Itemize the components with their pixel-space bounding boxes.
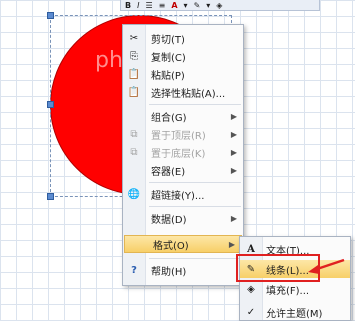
dropdown-icon[interactable]: ▾	[184, 1, 188, 10]
mini-toolbar: B I ☰ ≡ A ▾ ✎ ▾ ◈	[120, 0, 320, 11]
submenu-arrow-icon: ▶	[230, 111, 237, 121]
menu-item-bring-to-front[interactable]: ⧉ 置于顶层(R) ▶	[123, 125, 243, 143]
align-left-icon[interactable]: ≡	[159, 1, 166, 10]
menu-item-copy[interactable]: ⎘ 复制(C)	[123, 47, 243, 65]
copy-icon: ⎘	[130, 50, 138, 62]
menu-item-cut[interactable]: ✂ 剪切(T)	[123, 29, 243, 47]
menu-item-label: 组合(G)	[151, 112, 187, 124]
font-color-icon[interactable]: A	[171, 1, 177, 10]
menu-item-format[interactable]: 格式(O) ▶	[124, 235, 242, 253]
menu-item-label: 置于顶层(R)	[151, 130, 206, 142]
menu-item-label: 格式(O)	[153, 240, 189, 252]
menu-item-label: 数据(D)	[151, 214, 187, 226]
annotation-arrow-icon	[308, 258, 345, 274]
checkmark-icon: ✓	[246, 306, 256, 318]
context-menu: ✂ 剪切(T) ⎘ 复制(C) 📋 粘贴(P) 📋 选择性粘贴(A)... 组合…	[122, 24, 244, 286]
menu-item-paste-special[interactable]: 📋 选择性粘贴(A)...	[123, 83, 243, 101]
send-to-back-icon: ⧉	[130, 146, 138, 158]
submenu-arrow-icon: ▶	[230, 129, 237, 139]
paste-special-icon: 📋	[127, 86, 141, 98]
submenu-arrow-icon: ▶	[228, 239, 235, 249]
menu-item-label: 容器(E)	[151, 166, 186, 178]
pencil-icon[interactable]: ✎	[194, 1, 201, 10]
menu-item-data[interactable]: 数据(D) ▶	[123, 209, 243, 227]
resize-handle[interactable]	[47, 101, 54, 108]
menu-item-label: 粘贴(P)	[151, 70, 185, 82]
menu-item-label: 帮助(H)	[151, 266, 187, 278]
menu-separator	[149, 258, 241, 259]
submenu-item-allow-theme[interactable]: ✓ 允许主题(M)	[240, 303, 350, 320]
italic-button[interactable]: I	[137, 1, 139, 10]
menu-separator	[149, 206, 241, 207]
align-center-icon[interactable]: ☰	[145, 1, 152, 10]
dropdown-icon[interactable]: ▾	[206, 1, 210, 10]
submenu-item-label: 允许主题(M)	[266, 308, 323, 320]
menu-separator	[149, 104, 241, 105]
menu-item-container[interactable]: 容器(E) ▶	[123, 161, 243, 179]
fill-bucket-icon: ◈	[247, 283, 255, 295]
menu-item-label: 置于底层(K)	[151, 148, 206, 160]
menu-item-paste[interactable]: 📋 粘贴(P)	[123, 65, 243, 83]
submenu-item-label: 填充(F)...	[266, 285, 310, 297]
globe-icon: 🌐	[127, 188, 141, 200]
menu-item-help[interactable]: ? 帮助(H)	[123, 261, 243, 279]
scissors-icon: ✂	[129, 32, 139, 44]
menu-item-send-to-back[interactable]: ⧉ 置于底层(K) ▶	[123, 143, 243, 161]
resize-handle[interactable]	[47, 12, 54, 19]
fill-bucket-icon[interactable]: ◈	[216, 1, 222, 10]
submenu-arrow-icon: ▶	[230, 165, 237, 175]
submenu-arrow-icon: ▶	[230, 213, 237, 223]
menu-item-label: 复制(C)	[151, 52, 186, 64]
menu-separator	[149, 182, 241, 183]
menu-item-hyperlink[interactable]: 🌐 超链接(Y)...	[123, 185, 243, 203]
resize-handle[interactable]	[47, 193, 54, 200]
menu-item-label: 剪切(T)	[151, 34, 185, 46]
bold-button[interactable]: B	[125, 1, 131, 10]
menu-item-label: 超链接(Y)...	[151, 190, 205, 202]
submenu-item-fill[interactable]: ◈ 填充(F)...	[240, 280, 350, 298]
paste-icon: 📋	[127, 68, 141, 80]
menu-item-label: 选择性粘贴(A)...	[151, 88, 226, 100]
submenu-arrow-icon: ▶	[230, 147, 237, 157]
help-icon: ?	[131, 264, 137, 276]
bring-to-front-icon: ⧉	[130, 128, 138, 140]
menu-item-group[interactable]: 组合(G) ▶	[123, 107, 243, 125]
text-icon: A	[247, 243, 255, 255]
